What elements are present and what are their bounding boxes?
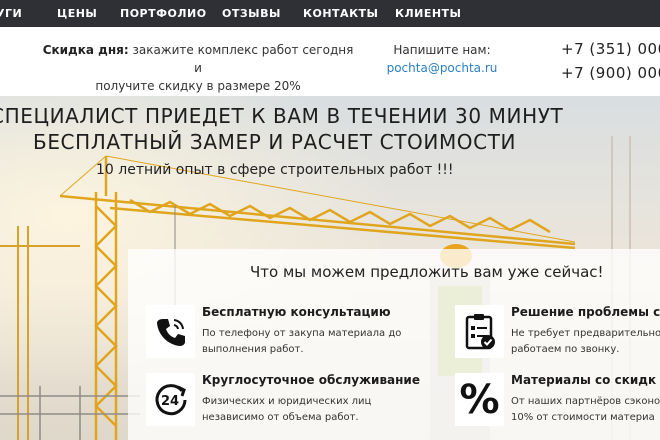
percent-icon: % — [455, 373, 504, 426]
feature-desc-line1: От наших партнёров сэконо — [511, 396, 660, 407]
feature-description: От наших партнёров сэконо 10% от стоимос… — [511, 394, 660, 426]
clock-24-icon: 24 — [146, 373, 195, 426]
phone-icon — [146, 305, 195, 358]
top-nav: УГИ ЦЕНЫ ПОРТФОЛИО ОТЗЫВЫ КОНТАКТЫ КЛИЕН… — [0, 0, 660, 27]
phones-block: +7 (351) 000 +7 (900) 000 — [561, 37, 660, 85]
nav-item-reviews[interactable]: ОТЗЫВЫ — [222, 0, 281, 27]
offer-panel: Что мы можем предложить вам уже сейчас! … — [128, 249, 660, 440]
percent-glyph: % — [459, 376, 500, 423]
feature-desc-line2: выполнения работ. — [202, 344, 304, 355]
email-link[interactable]: pochta@pochta.ru — [372, 59, 512, 77]
hero-headline-line1: СПЕЦИАЛИСТ ПРИЕДЕТ К ВАМ В ТЕЧЕНИИ 30 МИ… — [0, 104, 564, 128]
feature-description: Не требует предварительно работаем по зв… — [511, 326, 660, 358]
phone-2[interactable]: +7 (900) 000 — [561, 61, 660, 85]
info-bar: Скидка дня: закажите комплекс работ сего… — [0, 27, 660, 96]
hero-headline-line2: БЕСПЛАТНЫЙ ЗАМЕР И РАСЧЕТ СТОИМОСТИ — [33, 130, 517, 154]
nav-item-portfolio[interactable]: ПОРТФОЛИО — [120, 0, 207, 27]
feature-desc-line2: работаем по звонку. — [511, 344, 620, 355]
feature-title: Материалы со скидк — [511, 373, 657, 387]
write-label: Напишите нам: — [393, 43, 491, 57]
offer-title: Что мы можем предложить вам уже сейчас! — [250, 263, 604, 281]
svg-text:24: 24 — [161, 394, 179, 409]
feature-title: Решение проблемы с — [511, 305, 660, 319]
promo-line2: получите скидку в размере 20% — [95, 79, 301, 93]
feature-desc-line1: Не требует предварительно — [511, 328, 660, 339]
nav-item-services[interactable]: УГИ — [0, 0, 22, 27]
feature-desc-line1: По телефону от закупа материала до — [202, 328, 402, 339]
checklist-icon — [455, 305, 504, 358]
feature-title: Бесплатную консультацию — [202, 305, 391, 319]
feature-desc-line2: независимо от объема работ. — [202, 412, 359, 423]
nav-item-contacts[interactable]: КОНТАКТЫ — [303, 0, 378, 27]
feature-description: Физических и юридических лиц независимо … — [202, 394, 371, 426]
feature-description: По телефону от закупа материала до выпол… — [202, 326, 401, 358]
hero-subline: 10 летний опыт в сфере строительных рабо… — [96, 162, 454, 178]
promo-line1: закажите комплекс работ сегодня и — [128, 43, 354, 75]
feature-desc-line2: 10% от стоимости материа — [511, 412, 655, 423]
feature-title: Круглосуточное обслуживание — [202, 373, 420, 387]
hero-banner: СПЕЦИАЛИСТ ПРИЕДЕТ К ВАМ В ТЕЧЕНИИ 30 МИ… — [0, 96, 660, 440]
nav-item-prices[interactable]: ЦЕНЫ — [57, 0, 97, 27]
contact-email-block: Напишите нам: pochta@pochta.ru — [372, 41, 512, 77]
phone-1[interactable]: +7 (351) 000 — [561, 37, 660, 61]
nav-item-clients[interactable]: КЛИЕНТЫ — [395, 0, 461, 27]
promo-text: Скидка дня: закажите комплекс работ сего… — [40, 41, 356, 95]
promo-label: Скидка дня: — [42, 43, 129, 57]
feature-desc-line1: Физических и юридических лиц — [202, 396, 372, 407]
